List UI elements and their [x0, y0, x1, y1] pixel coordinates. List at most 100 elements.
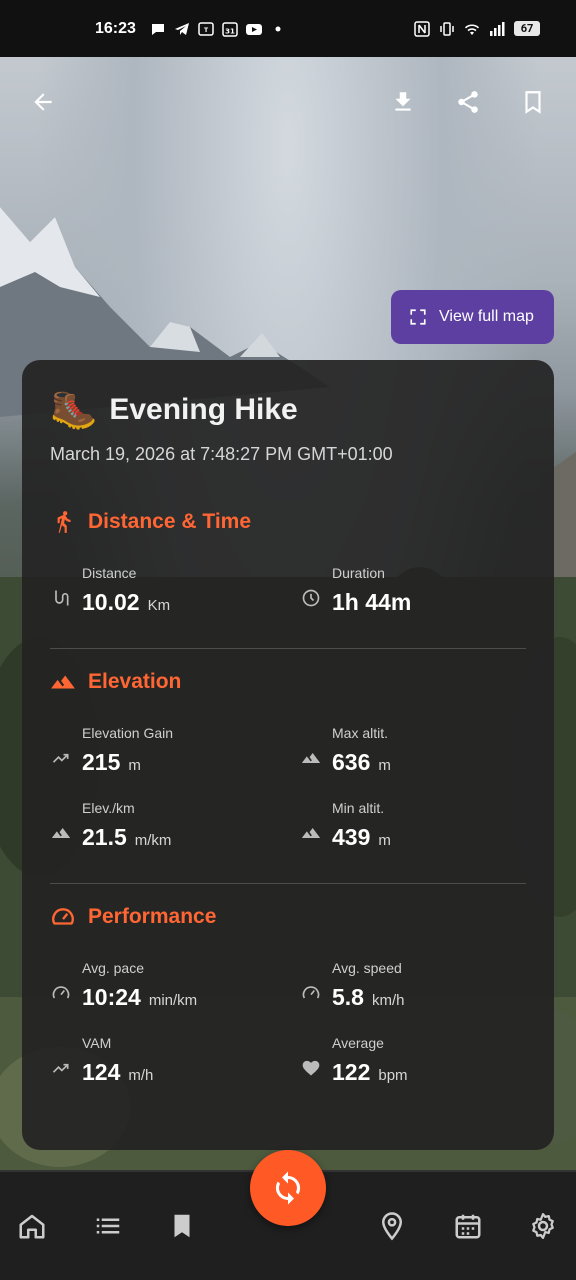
bookmark-icon [174, 1214, 190, 1238]
metric-label: Elevation Gain [82, 725, 174, 741]
metrics-grid: Avg. pace 10:24 min/km Avg. speed 5.8 km/h… [50, 960, 526, 1086]
status-time: 16:23 [95, 19, 136, 37]
download-icon [395, 92, 411, 111]
trending-up-icon [52, 1063, 69, 1073]
battery-icon: 67 [514, 21, 540, 36]
metric-value: 124 [82, 1059, 121, 1085]
metrics-grid: Elevation Gain 215 m Max altit. 636 m Elev… [50, 725, 526, 851]
metric-label: Distance [82, 565, 137, 581]
back-button[interactable] [25, 84, 61, 120]
metric-unit: min/km [148, 992, 198, 1009]
metric-unit: m/h [128, 1067, 154, 1084]
fullscreen-icon [410, 309, 426, 325]
metric-unit: m [378, 832, 391, 849]
dot-icon [275, 26, 281, 31]
metric-unit: m [378, 757, 391, 774]
bookmark-button[interactable] [515, 84, 551, 120]
runner-icon [57, 511, 71, 533]
nav-location[interactable] [374, 1208, 410, 1244]
metric-avg-pace: Avg. pace 10:24 min/km [50, 960, 300, 1011]
metric-value: 10:24 [82, 984, 141, 1010]
bookmark-icon [525, 91, 541, 114]
home-icon [19, 1214, 45, 1239]
metric-value: 5.8 [332, 984, 364, 1010]
mountain-icon [301, 827, 321, 838]
metric-unit: m [128, 757, 141, 774]
mountain-icon [51, 827, 71, 838]
metric-distance: Distance 10.02 Km [50, 565, 300, 616]
svg-text:T: T [204, 27, 209, 34]
nav-list[interactable] [90, 1208, 126, 1244]
view-full-map-button[interactable]: View full map [391, 290, 554, 344]
section-elevation: Elevation [50, 669, 526, 695]
mountain-icon [51, 675, 75, 689]
metric-label: Duration [332, 565, 385, 581]
sync-fab-button[interactable] [250, 1150, 326, 1226]
speedometer-icon [52, 985, 70, 998]
settings-icon [532, 1213, 554, 1239]
metric-vam: VAM 124 m/h [50, 1035, 300, 1086]
metric-unit: bpm [378, 1067, 408, 1084]
hiking-boot-icon: 🥾 [50, 388, 98, 432]
metric-value: 10.02 [82, 589, 140, 615]
activity-title: Evening Hike [109, 393, 298, 426]
metric-label: Avg. speed [332, 960, 402, 976]
metric-value: 21.5 [82, 824, 127, 850]
calendar-icon: 31 [222, 21, 238, 37]
metrics-grid: Distance 10.02 Km Duration 1h 44m [50, 565, 526, 616]
nav-home[interactable] [14, 1208, 50, 1244]
metric-min-altitude: Min altit. 439 m [300, 800, 530, 851]
share-icon [458, 91, 478, 113]
activity-card: 🥾 Evening Hike March 19, 2026 at 7:48:27… [22, 360, 554, 1150]
nav-bookmarks[interactable] [164, 1208, 200, 1244]
view-full-map-label: View full map [439, 308, 534, 325]
metric-duration: Duration 1h 44m [300, 565, 530, 616]
metric-label: Elev./km [82, 800, 135, 816]
download-button[interactable] [385, 84, 421, 120]
activity-datetime: March 19, 2026 at 7:48:27 PM GMT+01:00 [50, 444, 393, 464]
metric-elev-per-km: Elev./km 21.5 m/km [50, 800, 300, 851]
trending-up-icon [52, 753, 69, 763]
speedometer-icon [302, 985, 320, 998]
section-label: Performance [88, 905, 217, 928]
wifi-icon [465, 23, 479, 35]
metric-max-altitude: Max altit. 636 m [300, 725, 530, 776]
temu-icon: T [198, 21, 214, 36]
divider [50, 648, 526, 649]
metric-elevation-gain: Elevation Gain 215 m [50, 725, 300, 776]
chat-icon [151, 23, 164, 35]
metric-unit: km/h [371, 992, 405, 1009]
calendar-icon [455, 1214, 481, 1239]
metric-label: Avg. pace [82, 960, 145, 976]
list-icon [96, 1218, 120, 1234]
sync-icon [275, 1171, 301, 1205]
metric-value: 122 [332, 1059, 371, 1085]
metric-avg-speed: Avg. speed 5.8 km/h [300, 960, 530, 1011]
clock-icon [302, 589, 320, 606]
metric-unit: Km [147, 597, 171, 614]
vibrate-icon [440, 21, 454, 36]
metric-average-heart-rate: Average 122 bpm [300, 1035, 530, 1086]
nfc-icon [414, 20, 430, 37]
metric-value: 1h 44m [332, 589, 412, 615]
svg-text:31: 31 [225, 27, 235, 35]
youtube-icon [245, 23, 262, 35]
section-label: Elevation [88, 670, 182, 693]
mountain-icon [301, 752, 321, 763]
metric-unit: m/km [134, 832, 172, 849]
share-button[interactable] [450, 84, 486, 120]
metric-value: 439 [332, 824, 371, 850]
section-performance: Performance [50, 904, 526, 930]
metric-label: Average [332, 1035, 384, 1051]
divider [50, 883, 526, 884]
route-icon [55, 590, 69, 605]
signal-icon [490, 21, 505, 36]
nav-settings[interactable] [525, 1208, 561, 1244]
section-label: Distance & Time [88, 510, 252, 533]
title-row: 🥾 Evening Hike [50, 390, 526, 430]
section-distance-time: Distance & Time [50, 509, 526, 535]
arrow-back-icon [34, 93, 52, 111]
location-icon [381, 1212, 403, 1241]
metric-label: VAM [82, 1035, 112, 1051]
nav-calendar[interactable] [450, 1208, 486, 1244]
